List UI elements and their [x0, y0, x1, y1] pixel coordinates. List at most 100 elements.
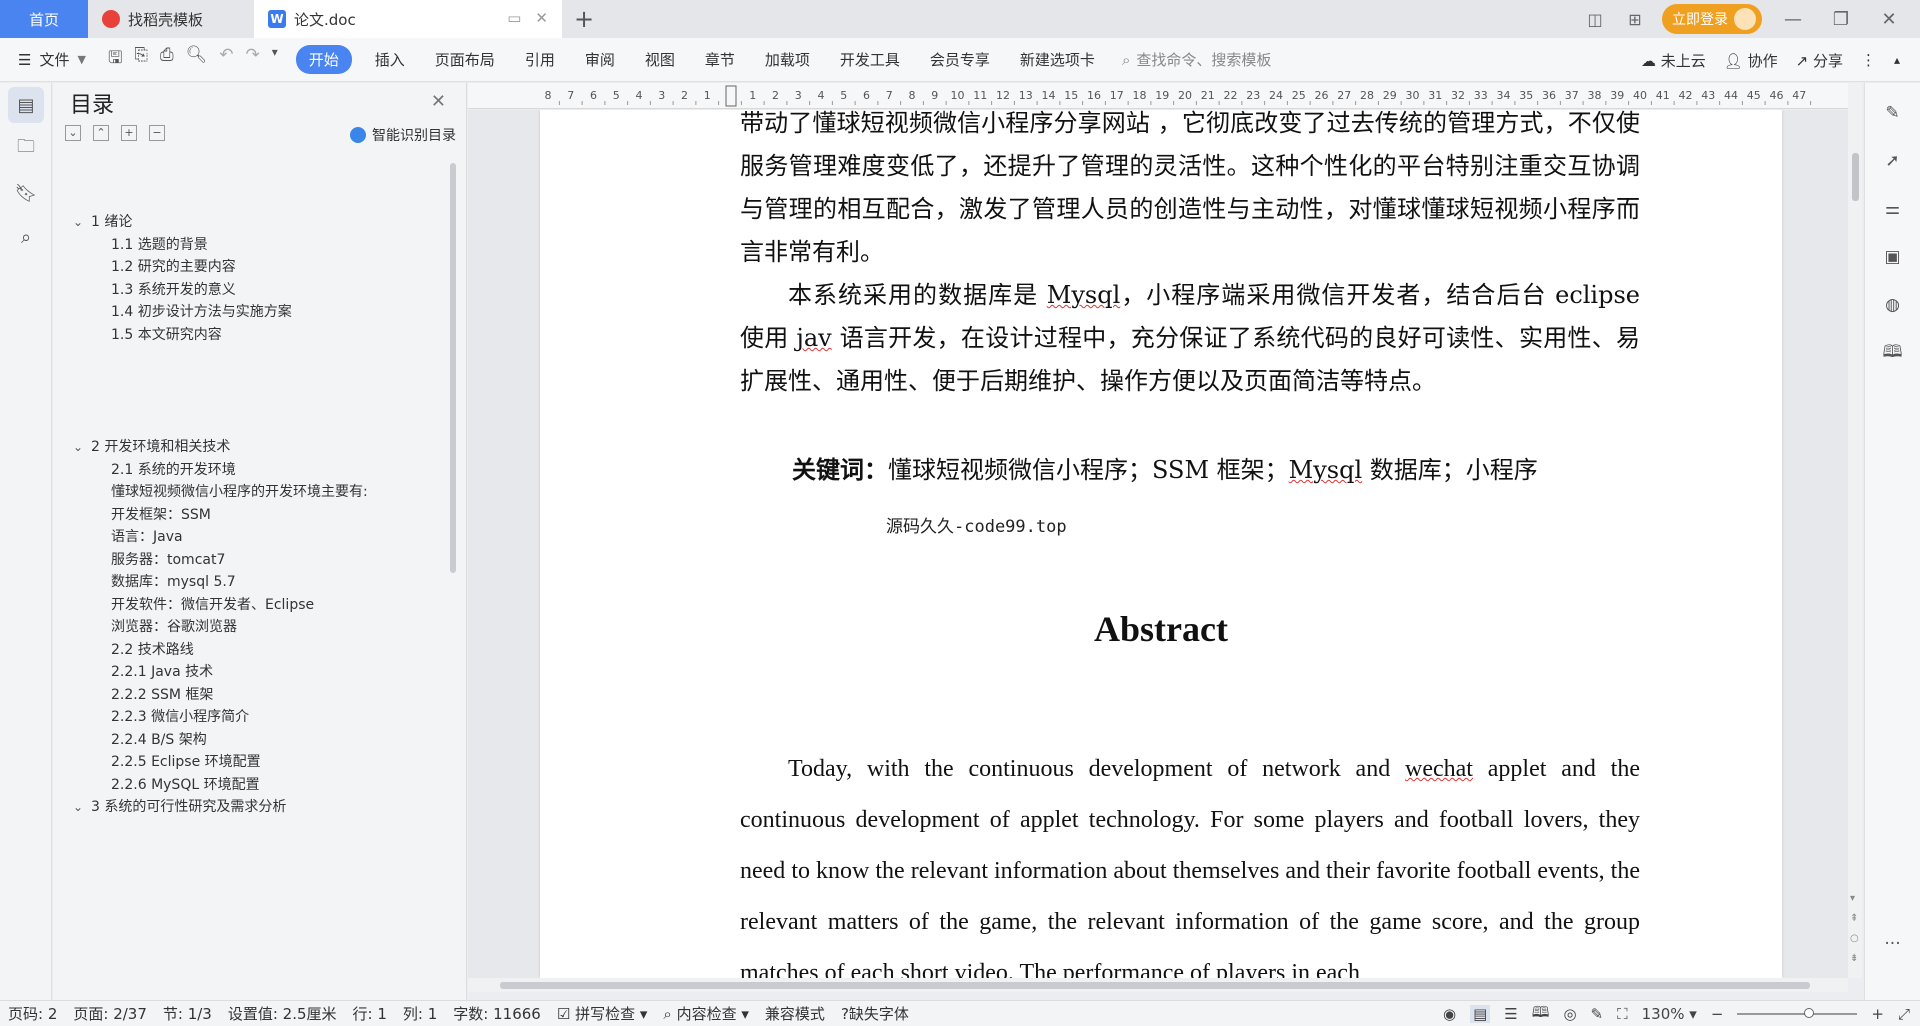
backup-icon[interactable]: ◍ [1875, 287, 1911, 323]
pen-edit-icon[interactable]: ✎ [1875, 95, 1911, 131]
ribbon-tab-layout[interactable]: 页面布局 [420, 49, 510, 70]
toc-section-item[interactable]: 2.2.1 Java 技术 [111, 661, 213, 681]
toc-section-item[interactable]: 2.2.3 微信小程序简介 [111, 706, 249, 726]
more-menu-icon[interactable]: ⋮ [1861, 51, 1876, 69]
page-view-icon[interactable]: ▤ [1470, 1005, 1491, 1023]
status-column[interactable]: 列: 1 [395, 1003, 445, 1024]
ribbon-tab-member[interactable]: 会员专享 [915, 49, 1005, 70]
print-icon[interactable]: ⎙ [160, 45, 174, 74]
cloud-status[interactable]: ☁ 未上云 [1641, 50, 1706, 71]
toc-chapter-item[interactable]: ⌄ 2 开发环境和相关技术 [73, 436, 230, 456]
compat-mode[interactable]: 兼容模式 [757, 1003, 833, 1024]
document-page[interactable]: 带动了懂球短视频微信小程序分享网站 ，它彻底改变了过去传统的管理方式，不仅使服务… [540, 110, 1782, 978]
toc-section-item[interactable]: 开发框架：SSM [111, 504, 211, 524]
quick-more-icon[interactable]: ▾ [272, 45, 278, 74]
collaborate-button[interactable]: 👤︎ 协作 [1724, 50, 1778, 71]
toc-section-item[interactable]: 开发软件：微信开发者、Eclipse [111, 594, 314, 614]
toc-section-item[interactable]: 1.2 研究的主要内容 [111, 256, 236, 276]
ribbon-tab-insert[interactable]: 插入 [360, 49, 420, 70]
chevron-down-icon[interactable]: ⌄ [73, 800, 91, 814]
toc-section-item[interactable]: 2.2.6 MySQL 环境配置 [111, 774, 260, 794]
tab-template[interactable]: 找稻壳模板 [88, 0, 254, 38]
toc-section-item[interactable]: 1.5 本文研究内容 [111, 324, 222, 344]
toc-section-item[interactable]: 1.1 选题的背景 [111, 234, 208, 254]
eye-protect-icon[interactable]: ◉ [1443, 1005, 1456, 1023]
new-tab-button[interactable]: + [562, 0, 606, 38]
collapse-all-icon[interactable]: ⌃ [93, 125, 109, 141]
fullscreen-icon[interactable]: ⤢ [1898, 1005, 1910, 1023]
horizontal-scroll-thumb[interactable] [500, 982, 1810, 989]
save-icon[interactable]: 🖫 [108, 45, 122, 74]
expand-all-icon[interactable]: ⌄ [65, 125, 81, 141]
close-icon[interactable]: ✕ [431, 91, 446, 112]
status-page[interactable]: 页面: 2/37 [65, 1003, 155, 1024]
ribbon-tab-review[interactable]: 审阅 [570, 49, 630, 70]
restore-icon[interactable]: ❐ [1824, 9, 1858, 30]
zoom-slider-knob[interactable] [1804, 1008, 1815, 1018]
toc-section-item[interactable]: 1.4 初步设计方法与实施方案 [111, 301, 292, 321]
ribbon-tab-addins[interactable]: 加载项 [750, 49, 825, 70]
status-word-count[interactable]: 字数: 11666 [445, 1003, 549, 1024]
vertical-scroll-thumb[interactable] [1852, 153, 1859, 201]
status-page-code[interactable]: 页码: 2 [0, 1003, 65, 1024]
ribbon-tab-view[interactable]: 视图 [630, 49, 690, 70]
toc-section-item[interactable]: 服务器：tomcat7 [111, 549, 225, 569]
ribbon-tab-new[interactable]: 新建选项卡 [1005, 49, 1110, 70]
next-page-icon[interactable]: ⇟ [1850, 953, 1858, 964]
toc-section-item[interactable]: 2.2.5 Eclipse 环境配置 [111, 751, 261, 771]
prev-page-icon[interactable]: ⇞ [1850, 913, 1858, 924]
minimize-icon[interactable]: — [1776, 9, 1810, 30]
redo-icon[interactable]: ↷ [245, 45, 259, 74]
pointer-icon[interactable]: ➚ [1875, 143, 1911, 179]
tab-home[interactable]: 首页 [0, 0, 88, 38]
write-view-icon[interactable]: ✎ [1591, 1005, 1604, 1023]
toc-scrollbar[interactable] [450, 163, 456, 573]
toc-chapter-item[interactable]: ⌄ 3 系统的可行性研究及需求分析 [73, 796, 286, 816]
outline-view-icon[interactable]: ☰ [1504, 1005, 1517, 1023]
select-browse-icon[interactable]: ○ [1850, 933, 1859, 944]
indent-marker[interactable] [725, 85, 737, 107]
toc-section-item[interactable]: 1.3 系统开发的意义 [111, 279, 236, 299]
status-section[interactable]: 节: 1/3 [155, 1003, 220, 1024]
ribbon-tab-developer[interactable]: 开发工具 [825, 49, 915, 70]
chevron-down-icon[interactable]: ⌄ [73, 215, 91, 229]
ribbon-tab-home[interactable]: 开始 [295, 45, 352, 74]
print-preview-icon[interactable]: 🔍︎ [186, 45, 208, 74]
collapse-ribbon-icon[interactable]: ▴ [1894, 53, 1900, 67]
toc-section-item[interactable]: 2.2.2 SSM 框架 [111, 684, 213, 704]
scroll-down-icon[interactable]: ▾ [1850, 893, 1855, 904]
command-search[interactable]: ⌕ 查找命令、搜索模板 [1110, 49, 1271, 70]
reading-icon[interactable]: 🕮 [1875, 335, 1911, 371]
toc-section-item[interactable]: 语言：Java [111, 526, 183, 546]
fit-page-icon[interactable]: ⛶ [1617, 1005, 1628, 1023]
toc-section-item[interactable]: 数据库：mysql 5.7 [111, 571, 236, 591]
export-pdf-icon[interactable]: ⎘ [134, 45, 148, 74]
ribbon-tab-references[interactable]: 引用 [510, 49, 570, 70]
zoom-in-icon[interactable]: + [1871, 1005, 1884, 1023]
toc-section-item[interactable]: 懂球短视频微信小程序的开发环境主要有: [111, 481, 368, 501]
status-row[interactable]: 行: 1 [345, 1003, 395, 1024]
bookmark-icon[interactable]: 🔖︎ [8, 175, 44, 211]
zoom-out-icon[interactable]: − [1711, 1005, 1724, 1023]
layout-icon[interactable]: ◫ [1582, 10, 1608, 29]
find-icon[interactable]: ⌕ [8, 219, 44, 255]
zoom-level[interactable]: 130% ▾ [1642, 1005, 1697, 1023]
apps-grid-icon[interactable]: ⊞ [1622, 10, 1648, 29]
status-setting[interactable]: 设置值: 2.5厘米 [220, 1003, 345, 1024]
login-button[interactable]: 立即登录 [1662, 4, 1762, 34]
close-tab-icon[interactable]: ✕ [535, 9, 548, 27]
share-button[interactable]: ↗ 分享 [1796, 50, 1843, 71]
zoom-slider[interactable] [1737, 1008, 1858, 1018]
toc-panel-icon[interactable]: ▤ [8, 87, 44, 123]
more-tools-icon[interactable]: ··· [1875, 926, 1911, 962]
image-tool-icon[interactable]: ▣ [1875, 239, 1911, 275]
toc-section-item[interactable]: 2.2 技术路线 [111, 639, 194, 659]
float-window-icon[interactable]: ▭ [507, 9, 521, 27]
missing-font-button[interactable]: ?缺失字体 [833, 1003, 917, 1024]
remove-heading-icon[interactable]: − [149, 125, 165, 141]
horizontal-ruler[interactable]: 8 7 6 5 4 3 2 1 1 2 3 4 5 6 7 8 9 10 11 12 13 14 15 16 17 18 19 20 2… [468, 83, 1848, 109]
vertical-scrollbar[interactable]: ▾ ⇞ ○ ⇟ [1848, 83, 1862, 978]
toc-section-item[interactable]: 浏览器：谷歌浏览器 [111, 616, 237, 636]
nav-folder-icon[interactable]: 🗀 [8, 131, 44, 167]
undo-icon[interactable]: ↶ [219, 45, 233, 74]
